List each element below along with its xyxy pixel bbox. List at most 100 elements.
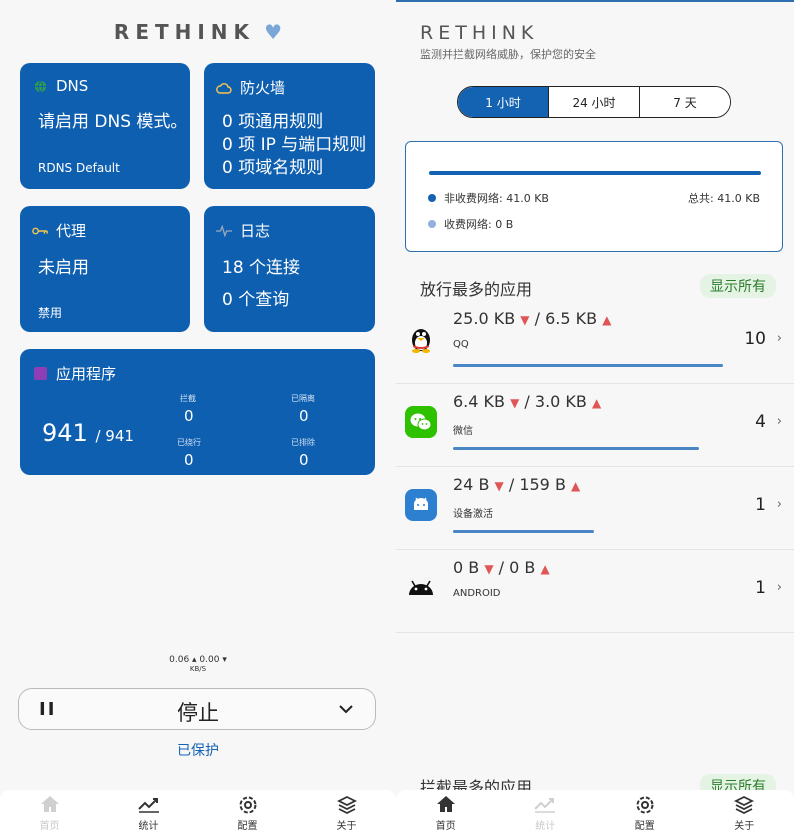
nav-config[interactable]: 配置 xyxy=(595,790,695,836)
speed-value: 0.06 ▴ 0.00 ▾ xyxy=(169,655,227,665)
chart-icon xyxy=(534,795,556,815)
layers-icon xyxy=(734,795,755,815)
show-all-allowed[interactable]: 显示所有 xyxy=(700,274,776,298)
nav-about[interactable]: 关于 xyxy=(695,790,794,836)
app-title: RETHINK xyxy=(113,20,256,44)
range-1h[interactable]: 1 小时 xyxy=(458,87,548,117)
top-allowed-title: 放行最多的应用 xyxy=(420,280,533,299)
blocked-label: 拦截 xyxy=(180,394,196,403)
firewall-card[interactable]: 防火墙 0 项通用规则 0 项 IP 与端口规则 0 项域名规则 xyxy=(204,63,375,189)
bottom-nav: 首页 统计 配置 关于 xyxy=(396,790,794,836)
chevron-right-icon: › xyxy=(776,580,782,595)
nav-about-label: 关于 xyxy=(734,820,755,832)
speed-readout: 0.06 ▴ 0.00 ▾ KB/S xyxy=(0,655,396,673)
proxy-status: 未启用 xyxy=(38,258,89,278)
globe-icon xyxy=(32,78,48,94)
logs-connections: 18 个连接 xyxy=(222,258,301,278)
bypassed-label: 已绕行 xyxy=(177,438,201,447)
logs-queries: 0 个查询 xyxy=(222,290,290,310)
bottom-nav: 首页 统计 配置 关于 xyxy=(0,790,396,836)
logs-title: 日志 xyxy=(240,222,271,240)
app-usage-bar xyxy=(453,530,594,533)
apps-card[interactable]: 应用程序 941 / 941 拦截 0 已隔离 0 已绕行 0 已排除 0 xyxy=(20,349,375,475)
nav-stats[interactable]: 统计 xyxy=(496,790,596,836)
nav-home-label: 首页 xyxy=(435,820,456,832)
app-row-wechat[interactable]: 6.4 KB ▼ / 3.0 KB ▲ 微信 4 › xyxy=(396,384,794,467)
chart-icon xyxy=(137,795,160,815)
logs-card[interactable]: 日志 18 个连接 0 个查询 xyxy=(204,206,375,332)
unmetered-text: 非收费网络: 41.0 KB xyxy=(444,192,549,205)
download-arrow-icon: ▼ xyxy=(520,313,530,327)
android-app-icon xyxy=(405,489,437,521)
app-name: ANDROID xyxy=(453,588,501,599)
protection-status: 已保护 xyxy=(177,743,219,759)
download-arrow-icon: ▼ xyxy=(510,396,520,410)
nav-stats-label: 统计 xyxy=(138,820,159,832)
app-name: QQ xyxy=(453,339,469,350)
app-connection-count: 4 xyxy=(755,412,766,432)
firewall-domain-rules: 0 项域名规则 xyxy=(222,158,324,178)
app-traffic: 24 B ▼ / 159 B ▲ xyxy=(453,475,581,494)
nav-config[interactable]: 配置 xyxy=(198,790,297,836)
usage-bar xyxy=(429,171,761,175)
penguin-icon xyxy=(405,323,437,355)
nav-about[interactable]: 关于 xyxy=(297,790,396,836)
app-connection-count: 1 xyxy=(755,495,766,515)
app-row-device-activation[interactable]: 24 B ▼ / 159 B ▲ 设备激活 1 › xyxy=(396,467,794,550)
upload-arrow-icon: ▲ xyxy=(602,313,612,327)
stop-button[interactable]: II 停止 xyxy=(18,688,376,730)
apps-count: 941 / 941 xyxy=(42,419,134,447)
range-7d[interactable]: 7 天 xyxy=(639,87,730,117)
app-traffic: 25.0 KB ▼ / 6.5 KB ▲ xyxy=(453,309,612,328)
dns-card[interactable]: DNS 请启用 DNS 模式。 RDNS Default xyxy=(20,63,190,189)
data-usage-card: 非收费网络: 41.0 KB 收费网络: 0 B 总共: 41.0 KB xyxy=(405,141,783,252)
blocked-count: 0 xyxy=(184,407,194,425)
firewall-universal-rules: 0 项通用规则 xyxy=(222,112,324,132)
brand-header: RETHINK ♥ xyxy=(0,20,396,44)
nav-stats-label: 统计 xyxy=(535,820,556,832)
heart-icon: ♥ xyxy=(264,20,283,44)
wechat-icon xyxy=(405,406,437,438)
gear-icon xyxy=(635,795,655,815)
chevron-down-icon[interactable] xyxy=(339,699,353,718)
metered-text: 收费网络: 0 B xyxy=(444,218,514,231)
firewall-title: 防火墙 xyxy=(240,79,286,97)
dns-resolver: RDNS Default xyxy=(38,161,120,175)
nav-config-label: 配置 xyxy=(634,820,655,832)
legend-metered: 收费网络: 0 B xyxy=(428,216,513,232)
app-usage-bar xyxy=(453,447,699,450)
range-24h[interactable]: 24 小时 xyxy=(548,87,639,117)
apps-total: / 941 xyxy=(95,427,134,445)
chevron-right-icon: › xyxy=(776,497,782,512)
nav-about-label: 关于 xyxy=(336,820,357,832)
app-row-qq[interactable]: 25.0 KB ▼ / 6.5 KB ▲ QQ 10 › xyxy=(396,301,794,384)
legend-unmetered: 非收费网络: 41.0 KB xyxy=(428,190,549,206)
chevron-right-icon: › xyxy=(776,331,782,346)
chevron-right-icon: › xyxy=(776,414,782,429)
proxy-card[interactable]: 代理 未启用 禁用 xyxy=(20,206,190,332)
nav-home[interactable]: 首页 xyxy=(396,790,496,836)
apps-title: 应用程序 xyxy=(56,365,117,383)
dns-status: 请启用 DNS 模式。 xyxy=(38,112,188,132)
dns-title: DNS xyxy=(56,77,89,95)
firewall-ip-rules: 0 项 IP 与端口规则 xyxy=(222,135,367,155)
download-arrow-icon: ▼ xyxy=(484,562,494,576)
nav-stats[interactable]: 统计 xyxy=(99,790,198,836)
download-arrow-icon: ▼ xyxy=(494,479,504,493)
speed-unit: KB/S xyxy=(189,665,207,673)
unmetered-dot xyxy=(428,194,436,202)
stop-label: 停止 xyxy=(177,701,219,725)
pulse-icon xyxy=(216,223,232,239)
excluded-count: 0 xyxy=(299,451,309,465)
time-range-selector: 1 小时 24 小时 7 天 xyxy=(457,86,731,118)
nav-home[interactable]: 首页 xyxy=(0,790,99,836)
app-name: 微信 xyxy=(453,426,473,437)
app-connection-count: 1 xyxy=(755,578,766,598)
upload-arrow-icon: ▲ xyxy=(592,396,602,410)
app-name: 设备激活 xyxy=(453,509,493,520)
app-row-android[interactable]: 0 B ▼ / 0 B ▲ ANDROID 1 › xyxy=(396,550,794,633)
nav-home-label: 首页 xyxy=(39,820,60,832)
gear-icon xyxy=(238,795,258,815)
apps-grid-icon xyxy=(32,366,48,382)
layers-icon xyxy=(336,795,357,815)
